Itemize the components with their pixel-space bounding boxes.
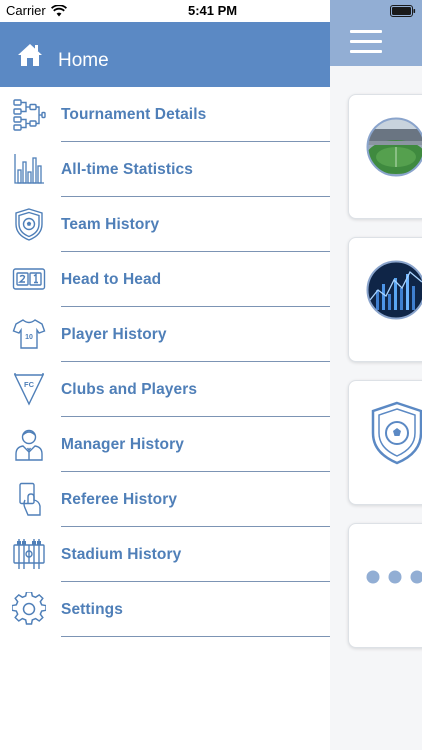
home-icon: [18, 44, 42, 66]
hamburger-menu-button[interactable]: [350, 30, 382, 56]
status-bar: Carrier 5:41 PM: [0, 0, 422, 22]
drawer-menu: Tournament Details All-time Statistics T…: [0, 87, 330, 637]
menu-item-label: Clubs and Players: [61, 381, 198, 398]
navigation-drawer: Home Tournament Details All-time Statist…: [0, 0, 330, 750]
menu-item-label: Referee History: [61, 491, 178, 508]
menu-item-label: Player History: [61, 326, 167, 343]
stadium-card[interactable]: [348, 94, 422, 219]
menu-item-label: Tournament Details: [61, 106, 207, 123]
divider: [61, 636, 330, 637]
menu-item-all-time-statistics[interactable]: All-time Statistics: [0, 142, 330, 197]
home-content-panel[interactable]: [330, 0, 422, 750]
bracket-icon: [13, 99, 46, 131]
menu-item-label: Stadium History: [61, 546, 182, 563]
referee-card-icon: [19, 482, 41, 516]
clock: 5:41 PM: [188, 3, 238, 18]
menu-item-label: Manager History: [61, 436, 184, 453]
team-shield-icon: [371, 401, 422, 465]
more-dots-icon: [366, 570, 422, 584]
menu-item-player-history[interactable]: 10 Player History: [0, 307, 330, 362]
menu-item-label: Team History: [61, 216, 160, 233]
team-shield-icon: [15, 208, 43, 241]
bar-chart-icon: [14, 154, 44, 184]
menu-item-manager-history[interactable]: Manager History: [0, 417, 330, 472]
menu-item-tournament-details[interactable]: Tournament Details: [0, 87, 330, 142]
carrier-label: Carrier: [6, 3, 46, 18]
carrier-indicator: Carrier: [6, 3, 67, 18]
more-card[interactable]: [348, 523, 422, 648]
menu-item-label: All-time Statistics: [61, 161, 193, 178]
jersey-icon: 10: [12, 319, 46, 349]
menu-item-referee-history[interactable]: Referee History: [0, 472, 330, 527]
home-label: Home: [58, 50, 109, 71]
manager-icon: [15, 429, 43, 461]
menu-item-label: Head to Head: [61, 271, 162, 288]
statistics-card[interactable]: [348, 237, 422, 362]
gear-icon: [12, 592, 46, 625]
statistics-image: [366, 260, 422, 320]
wifi-icon: [50, 4, 67, 16]
menu-item-head-to-head[interactable]: Head to Head: [0, 252, 330, 307]
hamburger-line: [350, 30, 382, 33]
team-card[interactable]: [348, 380, 422, 505]
menu-item-stadium-history[interactable]: Stadium History: [0, 527, 330, 582]
pennant-icon: FC: [13, 373, 45, 406]
drawer-home-item[interactable]: Home: [0, 22, 330, 87]
scoreboard-icon: [12, 268, 46, 290]
hamburger-line: [350, 40, 382, 43]
menu-item-clubs-and-players[interactable]: FC Clubs and Players: [0, 362, 330, 417]
svg-text:10: 10: [25, 334, 33, 341]
foosball-icon: [13, 539, 45, 569]
menu-item-settings[interactable]: Settings: [0, 582, 330, 637]
menu-item-label: Settings: [61, 601, 123, 618]
stadium-image: [366, 117, 422, 177]
svg-text:FC: FC: [24, 380, 35, 389]
menu-item-team-history[interactable]: Team History: [0, 197, 330, 252]
hamburger-line: [350, 50, 382, 53]
